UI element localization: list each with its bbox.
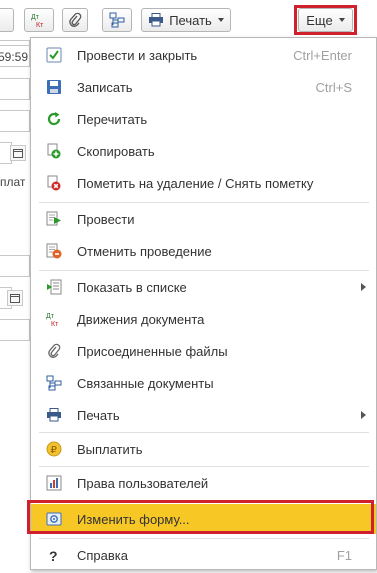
form-field[interactable] [0, 255, 30, 277]
menu-item-mark-deletion[interactable]: Пометить на удаление / Снять пометку [31, 168, 376, 198]
dt-kt-icon: Дт Кт [31, 14, 44, 28]
menu-item-pay[interactable]: ₽ Выплатить [31, 434, 376, 464]
menu-item-shortcut: Ctrl+Enter [293, 47, 352, 63]
submenu-arrow-icon [361, 411, 366, 419]
menu-separator [39, 538, 369, 539]
svg-text:Дт: Дт [31, 14, 40, 21]
more-actions-menu: Провести и закрыть Ctrl+Enter Записать C… [30, 37, 377, 570]
menu-item-related-documents[interactable]: Связанные документы [31, 368, 376, 398]
calendar-icon[interactable] [7, 290, 23, 306]
ruble-coin-icon: ₽ [46, 441, 62, 457]
form-field[interactable] [0, 78, 30, 100]
menu-item-print[interactable]: Печать [31, 400, 376, 430]
menu-item-label: Пометить на удаление / Снять пометку [77, 175, 314, 191]
svg-text:₽: ₽ [51, 445, 58, 456]
menu-item-label: Права пользователей [77, 475, 209, 491]
date-time-field[interactable]: 59:59 [0, 45, 30, 67]
unpost-icon [46, 243, 62, 259]
delete-mark-icon [46, 175, 62, 191]
paperclip-icon [46, 343, 62, 359]
menu-item-show-in-list[interactable]: Показать в списке [31, 272, 376, 302]
menu-item-label: Провести [77, 211, 135, 227]
svg-text:Дт: Дт [46, 313, 55, 320]
related-docs-icon [46, 375, 62, 391]
paperclip-icon [69, 12, 82, 27]
show-in-list-icon [46, 279, 62, 295]
toolbar-button-partial[interactable] [0, 8, 14, 32]
form-field[interactable] [0, 319, 30, 341]
submenu-arrow-icon [361, 283, 366, 291]
menu-item-copy[interactable]: Скопировать [31, 136, 376, 166]
form-field[interactable] [0, 110, 30, 132]
menu-item-label: Связанные документы [77, 375, 214, 391]
printer-icon [149, 13, 164, 27]
reload-icon [46, 111, 62, 127]
menu-item-save[interactable]: Записать Ctrl+S [31, 72, 376, 102]
menu-separator [39, 432, 369, 433]
menu-item-label: Справка [77, 547, 128, 563]
attach-files-button[interactable] [62, 8, 88, 32]
printer-icon [46, 407, 62, 423]
menu-item-label: Записать [77, 79, 133, 95]
more-button-annotation [294, 5, 357, 35]
post-icon [46, 211, 62, 227]
document-form-background: 59:59 плат [0, 40, 30, 573]
menu-item-label: Показать в списке [77, 279, 187, 295]
related-docs-icon [109, 12, 125, 28]
menu-item-post-and-close[interactable]: Провести и закрыть Ctrl+Enter [31, 40, 376, 70]
toolbar: Дт Кт Печать Еще [0, 0, 377, 40]
menu-item-post[interactable]: Провести [31, 204, 376, 234]
dt-kt-icon: Дт Кт [46, 311, 62, 327]
svg-text:Кт: Кт [36, 22, 44, 28]
svg-text:?: ? [49, 548, 58, 563]
menu-item-label: Провести и закрыть [77, 47, 198, 63]
menu-item-document-movements[interactable]: Дт Кт Движения документа [31, 304, 376, 334]
change-form-annotation [27, 500, 374, 534]
menu-separator [39, 270, 369, 271]
copy-icon [46, 143, 62, 159]
menu-item-label: Отменить проведение [77, 243, 212, 259]
menu-item-shortcut: Ctrl+S [315, 79, 352, 95]
menu-item-attached-files[interactable]: Присоединенные файлы [31, 336, 376, 366]
post-and-close-icon [46, 47, 62, 63]
menu-item-reload[interactable]: Перечитать [31, 104, 376, 134]
movements-button[interactable]: Дт Кт [24, 8, 54, 32]
menu-separator [39, 202, 369, 203]
menu-item-label: Перечитать [77, 111, 148, 127]
chevron-down-icon [217, 18, 224, 22]
help-icon: ? [46, 547, 62, 563]
print-button[interactable]: Печать [141, 8, 231, 32]
menu-separator [39, 466, 369, 467]
menu-item-unpost[interactable]: Отменить проведение [31, 236, 376, 266]
menu-item-label: Присоединенные файлы [77, 343, 228, 359]
menu-item-user-rights[interactable]: Права пользователей [31, 468, 376, 498]
print-button-label: Печать [169, 12, 212, 28]
svg-text:Кт: Кт [51, 321, 59, 327]
user-rights-icon [46, 475, 62, 491]
payment-label-fragment: плат [0, 175, 26, 189]
menu-item-help[interactable]: ? Справка F1 [31, 540, 376, 570]
date-time-value: 59:59 [0, 50, 29, 64]
menu-item-label: Выплатить [77, 441, 143, 457]
menu-item-label: Печать [77, 407, 120, 423]
save-icon [46, 79, 62, 95]
menu-item-label: Скопировать [77, 143, 155, 159]
calendar-icon[interactable] [10, 145, 26, 161]
related-documents-button[interactable] [102, 8, 132, 32]
menu-item-shortcut: F1 [336, 547, 352, 563]
menu-item-label: Движения документа [77, 311, 205, 327]
